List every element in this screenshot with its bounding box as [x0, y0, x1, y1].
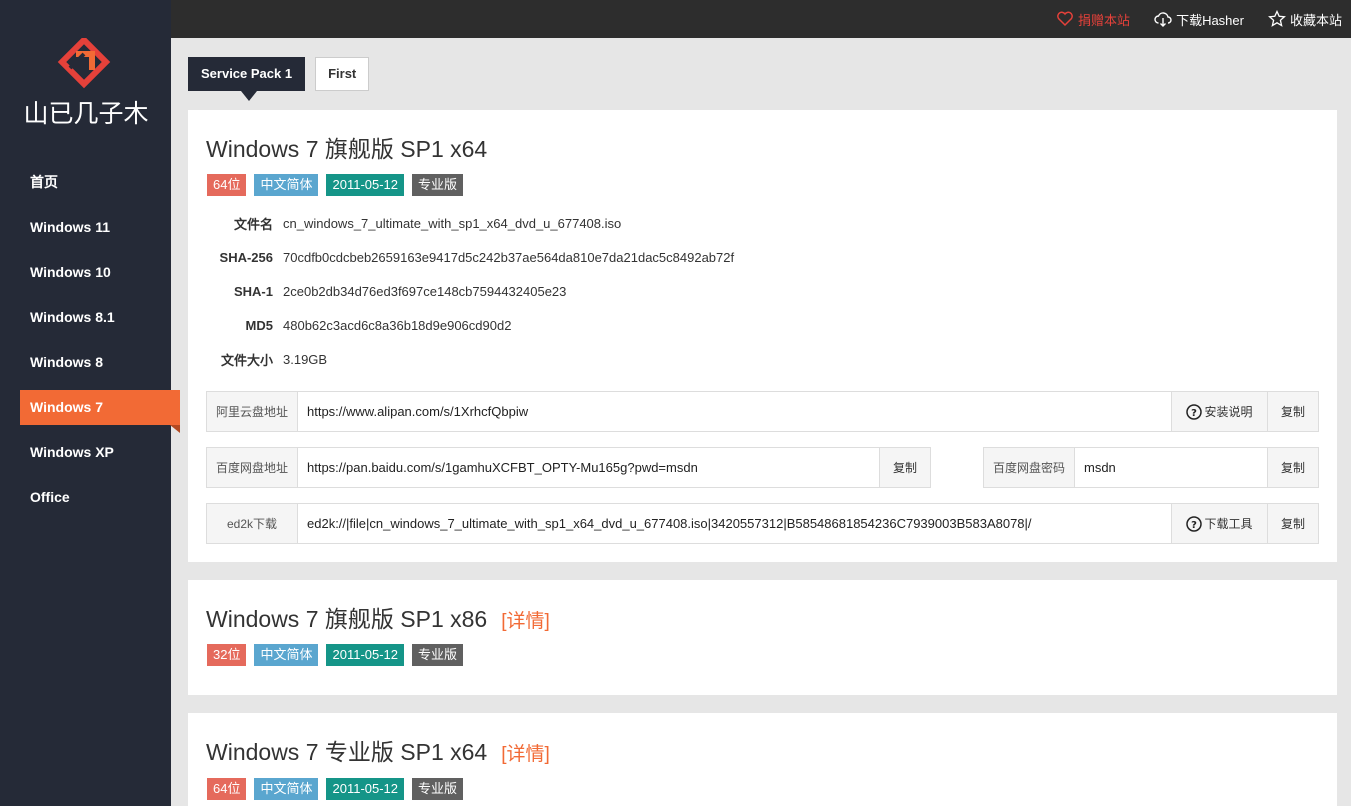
edition-badge: 专业版 [412, 778, 464, 800]
release-title-row: Windows 7 旗舰版 SP1 x86 [详情] [206, 600, 550, 634]
sidebar-item-windows-8-1[interactable]: Windows 8.1 [0, 295, 180, 340]
svg-text:?: ? [1192, 408, 1198, 419]
top-bar: 捐赠本站 下载Hasher 收藏本站 [171, 0, 1351, 38]
copy-ed2k-button[interactable]: 复制 [1267, 504, 1318, 543]
arch-badge: 64位 [207, 174, 247, 196]
arch-badge: 32位 [207, 644, 247, 666]
donate-link[interactable]: 捐赠本站 [1056, 10, 1130, 29]
download-tool-button[interactable]: ? 下载工具 [1171, 504, 1267, 543]
baidu-password-label: 百度网盘密码 [984, 448, 1075, 487]
help-circle-icon: ? [1186, 403, 1203, 420]
help-circle-icon: ? [1186, 515, 1203, 532]
arch-badge: 64位 [207, 778, 247, 800]
details-link[interactable]: [详情] [501, 611, 550, 632]
version-tabs: Service Pack 1 First [188, 57, 370, 101]
ed2k-label: ed2k下载 [207, 504, 298, 543]
copy-aliyun-button[interactable]: 复制 [1267, 392, 1318, 431]
details-link[interactable]: [详情] [501, 744, 550, 765]
date-badge: 2011-05-12 [326, 174, 405, 196]
badge-row: 32位 中文简体 2011-05-12 专业版 [207, 644, 464, 666]
download-hasher-link[interactable]: 下载Hasher [1154, 10, 1244, 29]
file-info: 文件名 cn_windows_7_ultimate_with_sp1_x64_d… [188, 206, 735, 376]
aliyun-link-group: 阿里云盘地址 https://www.alipan.com/s/1XrhcfQb… [206, 391, 1319, 432]
release-title-row: Windows 7 专业版 SP1 x64 [详情] [206, 733, 550, 767]
sidebar-item-windows-8[interactable]: Windows 8 [0, 340, 180, 385]
aliyun-url-field[interactable]: https://www.alipan.com/s/1XrhcfQbpiw [298, 392, 1171, 431]
copy-baidu-button[interactable]: 复制 [879, 448, 930, 487]
copy-password-button[interactable]: 复制 [1267, 448, 1318, 487]
release-title: Windows 7 专业版 SP1 x64 [206, 739, 488, 765]
edition-badge: 专业版 [412, 174, 464, 196]
sha256-value: 70cdfb0cdcbeb2659163e9417d5c242b37ae564d… [283, 249, 735, 265]
svg-text:?: ? [1192, 520, 1198, 531]
tab-first[interactable]: First [315, 57, 370, 91]
filesize-value: 3.19GB [283, 351, 328, 367]
badge-row: 64位 中文简体 2011-05-12 专业版 [207, 778, 464, 800]
baidu-label: 百度网盘地址 [207, 448, 298, 487]
info-row-filename: 文件名 cn_windows_7_ultimate_with_sp1_x64_d… [188, 206, 734, 240]
aliyun-label: 阿里云盘地址 [207, 392, 298, 431]
sidebar-nav: 首页 Windows 11 Windows 10 Windows 8.1 Win… [0, 160, 180, 520]
star-icon [1268, 10, 1286, 27]
info-label: SHA-256 [219, 249, 273, 265]
info-row-md5: MD5 480b62c3acd6c8a36b18d9e906cd90d2 [188, 308, 734, 342]
ed2k-link-group: ed2k下载 ed2k://|file|cn_windows_7_ultimat… [206, 503, 1319, 544]
baidu-password-field[interactable]: msdn [1075, 448, 1267, 487]
sidebar-item-windows-10[interactable]: Windows 10 [0, 250, 180, 295]
sidebar-item-windows-7[interactable]: Windows 7 [20, 390, 180, 433]
release-card: Windows 7 旗舰版 SP1 x64 64位 中文简体 2011-05-1… [188, 110, 1337, 562]
release-card: Windows 7 旗舰版 SP1 x86 [详情] 32位 中文简体 2011-… [188, 580, 1337, 695]
info-label: SHA-1 [233, 283, 273, 299]
baidu-link-group: 百度网盘地址 https://pan.baidu.com/s/1gamhuXCF… [206, 447, 931, 488]
site-logo[interactable]: 山已几子木 [18, 38, 154, 128]
sidebar-item-office[interactable]: Office [0, 475, 180, 520]
edition-badge: 专业版 [412, 644, 464, 666]
info-row-sha256: SHA-256 70cdfb0cdcbeb2659163e9417d5c242b… [188, 240, 735, 274]
install-guide-button[interactable]: ? 安装说明 [1171, 392, 1267, 431]
language-badge: 中文简体 [254, 644, 319, 666]
cloud-download-icon [1154, 12, 1172, 27]
install-guide-label: 安装说明 [1204, 405, 1253, 419]
release-card: Windows 7 专业版 SP1 x64 [详情] 64位 中文简体 2011-… [188, 713, 1337, 806]
info-label: MD5 [245, 317, 273, 333]
info-label: 文件大小 [220, 352, 273, 368]
ed2k-url-field[interactable]: ed2k://|file|cn_windows_7_ultimate_with_… [298, 504, 1171, 543]
heart-icon [1057, 11, 1073, 27]
download-hasher-label: 下载Hasher [1176, 12, 1244, 28]
md5-value: 480b62c3acd6c8a36b18d9e906cd90d2 [283, 317, 512, 333]
sidebar: 山已几子木 首页 Windows 11 Windows 10 Windows 8… [0, 0, 180, 806]
date-badge: 2011-05-12 [326, 778, 405, 800]
badge-row: 64位 中文简体 2011-05-12 专业版 [207, 174, 464, 196]
baidu-url-field[interactable]: https://pan.baidu.com/s/1gamhuXCFBT_OPTY… [298, 448, 879, 487]
bookmark-label: 收藏本站 [1289, 12, 1342, 28]
bookmark-link[interactable]: 收藏本站 [1268, 10, 1342, 29]
sidebar-item-home[interactable]: 首页 [0, 160, 180, 205]
info-label: 文件名 [233, 216, 273, 232]
date-badge: 2011-05-12 [326, 644, 405, 666]
donate-label: 捐赠本站 [1078, 12, 1131, 28]
sidebar-item-windows-xp[interactable]: Windows XP [0, 430, 180, 475]
info-row-sha1: SHA-1 2ce0b2db34d76ed3f697ce148cb7594432… [188, 274, 734, 308]
info-row-filesize: 文件大小 3.19GB [188, 342, 734, 376]
tab-service-pack-1[interactable]: Service Pack 1 [188, 57, 306, 101]
logo-text: 山已几子木 [23, 99, 148, 128]
sidebar-item-windows-11[interactable]: Windows 11 [0, 205, 180, 250]
release-title: Windows 7 旗舰版 SP1 x64 [206, 136, 488, 162]
download-tool-label: 下载工具 [1204, 517, 1253, 531]
release-title: Windows 7 旗舰版 SP1 x86 [206, 606, 488, 632]
filename-value: cn_windows_7_ultimate_with_sp1_x64_dvd_u… [283, 215, 622, 231]
sha1-value: 2ce0b2db34d76ed3f697ce148cb7594432405e23 [283, 283, 567, 299]
baidu-password-group: 百度网盘密码 msdn 复制 [983, 447, 1319, 488]
language-badge: 中文简体 [254, 778, 319, 800]
language-badge: 中文简体 [254, 174, 319, 196]
